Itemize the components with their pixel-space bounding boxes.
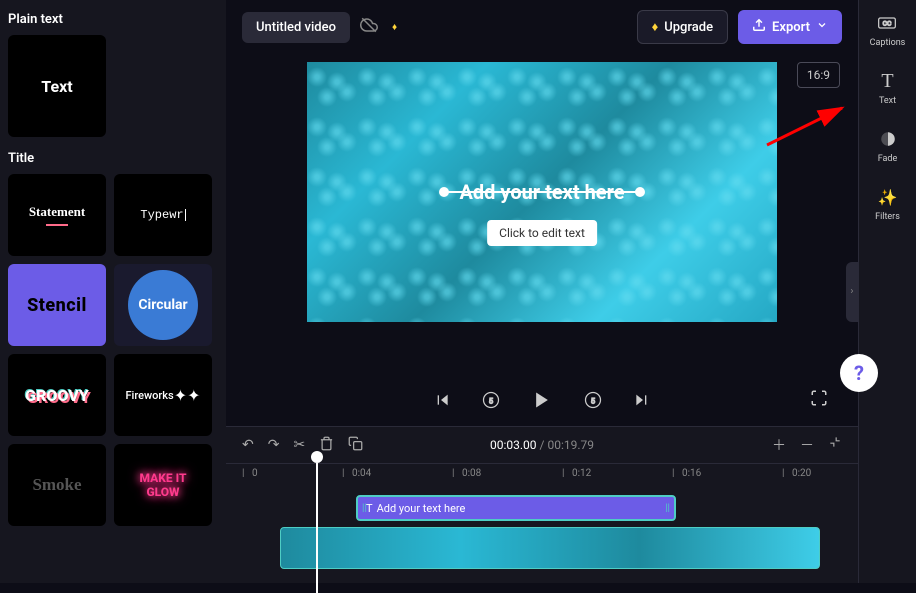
- template-smoke[interactable]: Smoke: [8, 444, 106, 526]
- delete-button[interactable]: [319, 436, 334, 455]
- fade-icon: [877, 128, 899, 150]
- canvas-area: 16:9 Add your text here Click to edit te…: [226, 54, 858, 374]
- main-area: Untitled video ♦ ♦ Upgrade Export: [226, 0, 858, 583]
- template-stencil[interactable]: Stencil: [8, 264, 106, 346]
- diamond-premium-icon: ♦: [392, 22, 397, 33]
- cloud-off-icon: [360, 16, 378, 38]
- rail-fade[interactable]: Fade: [877, 128, 899, 164]
- upgrade-button[interactable]: ♦ Upgrade: [637, 10, 728, 44]
- fullscreen-button[interactable]: [810, 389, 828, 411]
- section-plain-text: Plain text: [8, 12, 218, 27]
- svg-text:5: 5: [591, 396, 595, 405]
- split-button[interactable]: ✂: [293, 437, 305, 453]
- timeline: ↶ ↷ ✂ 00:03.00 / 00:19.79 ＋ －: [226, 426, 858, 583]
- filters-icon: ✨: [876, 186, 898, 208]
- playback-controls: 5 5 ?: [226, 374, 858, 426]
- text-icon: T: [877, 70, 899, 92]
- template-statement[interactable]: Statement: [8, 174, 106, 256]
- forward-5-button[interactable]: 5: [580, 387, 606, 413]
- rail-captions[interactable]: CC Captions: [870, 12, 906, 48]
- collapse-right-panel[interactable]: ‹: [846, 262, 858, 322]
- redo-button[interactable]: ↷: [268, 437, 280, 453]
- template-plain-text[interactable]: Text: [8, 35, 106, 137]
- text-overlay[interactable]: Add your text here: [449, 176, 634, 208]
- zoom-fit-button[interactable]: [828, 435, 842, 455]
- resize-handle-left[interactable]: [439, 187, 449, 197]
- upload-icon: [752, 18, 766, 36]
- video-canvas[interactable]: Add your text here Click to edit text: [307, 62, 777, 322]
- timeline-time: 00:03.00 / 00:19.79: [490, 438, 594, 452]
- rail-filters[interactable]: ✨ Filters: [875, 186, 900, 222]
- duplicate-button[interactable]: [348, 436, 363, 455]
- project-title[interactable]: Untitled video: [242, 12, 350, 43]
- aspect-ratio-badge[interactable]: 16:9: [797, 62, 840, 88]
- template-typewriter[interactable]: Typewr: [114, 174, 212, 256]
- timeline-ruler[interactable]: | 0 | 0:04 | 0:08 | 0:12 | 0:16 | 0:20: [226, 463, 858, 487]
- svg-text:CC: CC: [883, 20, 892, 28]
- export-button[interactable]: Export: [738, 10, 842, 44]
- resize-handle-right[interactable]: [635, 187, 645, 197]
- play-button[interactable]: [526, 384, 558, 416]
- captions-icon: CC: [876, 12, 898, 34]
- skip-back-button[interactable]: [430, 387, 456, 413]
- right-rail: CC Captions T Text Fade ✨ Filters: [858, 0, 916, 583]
- text-templates-panel: Plain text Text Title Statement Typewr S…: [0, 0, 226, 583]
- top-toolbar: Untitled video ♦ ♦ Upgrade Export: [226, 0, 858, 54]
- undo-button[interactable]: ↶: [242, 437, 254, 453]
- video-clip[interactable]: [280, 527, 820, 569]
- svg-text:5: 5: [489, 396, 493, 405]
- rail-text[interactable]: T Text: [877, 70, 899, 106]
- text-icon: T: [366, 502, 373, 515]
- diamond-icon: ♦: [652, 19, 659, 35]
- timeline-tracks[interactable]: T Add your text here: [226, 487, 858, 583]
- text-clip[interactable]: T Add your text here: [356, 495, 676, 521]
- chevron-down-icon: [816, 19, 828, 35]
- template-fireworks[interactable]: Fireworks ✦ ✦: [114, 354, 212, 436]
- template-circular[interactable]: Circular: [114, 264, 212, 346]
- add-track-button[interactable]: ＋: [772, 435, 786, 455]
- playhead[interactable]: [316, 463, 318, 593]
- zoom-out-button[interactable]: －: [800, 435, 814, 455]
- rewind-5-button[interactable]: 5: [478, 387, 504, 413]
- skip-forward-button[interactable]: [628, 387, 654, 413]
- template-glow[interactable]: MAKE IT GLOW: [114, 444, 212, 526]
- template-groovy[interactable]: GROOVY: [8, 354, 106, 436]
- help-button[interactable]: ?: [840, 354, 878, 392]
- edit-tooltip: Click to edit text: [487, 220, 597, 246]
- section-title: Title: [8, 151, 218, 166]
